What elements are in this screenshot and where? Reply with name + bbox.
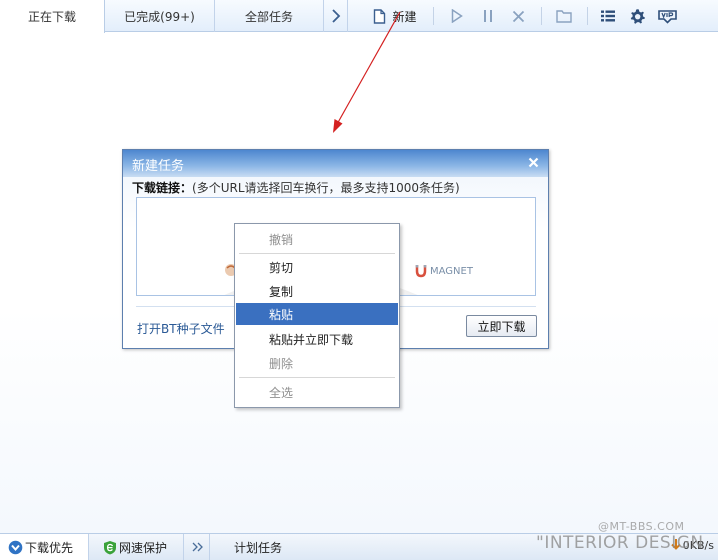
pause-button[interactable] <box>478 4 498 28</box>
vip-icon <box>657 10 677 24</box>
toolbar-separator <box>587 7 588 25</box>
tab-all-tasks[interactable]: 全部任务 <box>215 0 324 32</box>
menu-item-select-all[interactable]: 全选 <box>236 381 398 403</box>
dialog-titlebar[interactable]: 新建任务 <box>123 150 548 177</box>
download-now-button[interactable]: 立即下载 <box>466 315 537 337</box>
url-label-hint: (多个URL请选择回车换行，最多支持1000条任务) <box>192 181 460 195</box>
menu-item-copy[interactable]: 复制 <box>236 280 398 302</box>
play-icon <box>451 9 463 23</box>
menu-item-paste[interactable]: 粘贴 <box>236 303 398 325</box>
menu-separator <box>239 253 395 254</box>
menu-item-paste-and-download[interactable]: 粘贴并立即下载 <box>236 328 398 350</box>
download-priority-label: 下载优先 <box>25 540 74 555</box>
annotation-arrow <box>333 12 401 133</box>
tab-completed[interactable]: 已完成(99+) <box>105 0 215 32</box>
delete-button[interactable] <box>508 4 528 28</box>
context-menu: 撤销 剪切 复制 粘贴 粘贴并立即下载 删除 全选 <box>234 223 400 408</box>
folder-icon <box>556 10 572 23</box>
menu-separator <box>239 377 395 378</box>
download-priority-mode[interactable]: 下载优先 <box>0 534 88 560</box>
tab-downloading[interactable]: 正在下载 <box>0 0 105 33</box>
expand-chevron-icon[interactable] <box>186 534 210 560</box>
dialog-title: 新建任务 <box>132 159 185 174</box>
menu-item-delete[interactable]: 删除 <box>236 352 398 374</box>
tab-all-tasks-label: 全部任务 <box>244 9 293 24</box>
settings-button[interactable] <box>627 4 647 28</box>
download-priority-icon <box>8 540 23 554</box>
list-view-button[interactable] <box>598 4 618 28</box>
menu-item-cut[interactable]: 剪切 <box>236 256 398 278</box>
magnet-label: MAGNET <box>430 265 473 277</box>
close-icon[interactable] <box>526 155 540 169</box>
pause-icon <box>484 10 492 22</box>
scheduled-tasks-label: 计划任务 <box>234 540 283 555</box>
gear-icon <box>630 8 645 24</box>
open-bt-file-link[interactable]: 打开BT种子文件 <box>137 320 225 337</box>
tab-completed-label: 已完成(99+) <box>124 9 195 24</box>
delete-icon <box>512 10 524 22</box>
vip-button[interactable] <box>655 4 679 28</box>
net-protect-label: 网速保护 <box>119 540 168 555</box>
magnet-icon <box>415 265 427 278</box>
watermark-line-1: @MT-BBS.COM <box>598 520 685 533</box>
toolbar-separator <box>541 7 542 25</box>
list-icon <box>601 10 615 22</box>
url-field-label: 下载链接：(多个URL请选择回车换行，最多支持1000条任务) <box>132 179 460 196</box>
toolbar-separator <box>433 7 434 25</box>
net-protect-mode[interactable]: 网速保护 <box>88 534 184 560</box>
tab-downloading-label: 正在下载 <box>27 10 76 24</box>
start-button[interactable] <box>447 4 467 28</box>
open-folder-button[interactable] <box>553 4 575 28</box>
watermark-line-2: "INTERIOR DESIGN <box>536 533 704 553</box>
scheduled-tasks-button[interactable]: 计划任务 <box>210 534 310 560</box>
net-protect-icon <box>104 540 116 554</box>
menu-item-undo[interactable]: 撤销 <box>236 228 398 250</box>
magnet-hint: MAGNET <box>415 264 473 278</box>
url-label-bold: 下载链接： <box>132 181 193 195</box>
